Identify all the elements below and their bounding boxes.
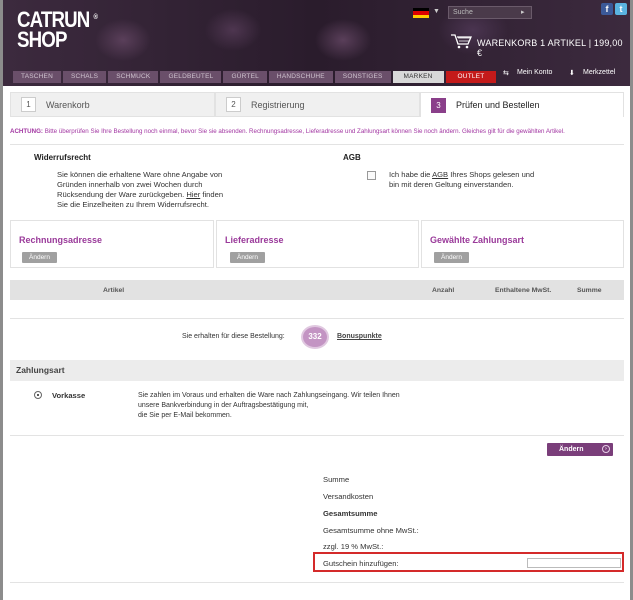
summary-summe: Summe bbox=[323, 475, 350, 484]
col-anzahl: Anzahl bbox=[432, 287, 455, 294]
payment-method-title: Gewählte Zahlungsart bbox=[430, 235, 525, 245]
summary-ohne-mwst: Gesamtsumme ohne MwSt.: bbox=[323, 526, 419, 535]
billing-address-title: Rechnungsadresse bbox=[19, 235, 103, 245]
col-summe: Summe bbox=[577, 287, 602, 294]
nav-item-schals[interactable]: SCHALS bbox=[62, 71, 107, 83]
divider bbox=[10, 144, 624, 145]
widerruf-line: Rücksendung der Ware zurückgeben. Hier f… bbox=[57, 190, 224, 199]
cart-icon[interactable] bbox=[450, 33, 472, 52]
billing-address-change-button[interactable]: Ändern bbox=[22, 252, 57, 263]
summary-versand: Versandkosten bbox=[323, 492, 374, 501]
nav-item-handschuhe[interactable]: HANDSCHUHE bbox=[268, 71, 333, 83]
payment-method-change-button[interactable]: Ändern bbox=[434, 252, 469, 263]
widerruf-title: Widerrufsrecht bbox=[34, 153, 91, 162]
col-mwst: Enthaltene MwSt. bbox=[495, 287, 552, 294]
shipping-address-change-button[interactable]: Ändern bbox=[230, 252, 265, 263]
vorkasse-radio[interactable] bbox=[34, 391, 42, 399]
german-flag-icon[interactable] bbox=[413, 8, 429, 18]
step-pruefen-bestellen: 3 Prüfen und Bestellen bbox=[420, 92, 624, 117]
account-link[interactable]: Mein Konto bbox=[517, 69, 552, 76]
wishlist-icon[interactable]: ⬇ bbox=[569, 69, 575, 77]
chevron-down-icon[interactable]: ▼ bbox=[433, 8, 440, 15]
summary-mwst: zzgl. 19 % MwSt.: bbox=[323, 542, 384, 551]
shipping-address-box: Lieferadresse Ändern bbox=[216, 220, 419, 268]
step-warenkorb[interactable]: 1 Warenkorb bbox=[10, 92, 215, 117]
site-header: CATRUN SHOP ® ▼ Suche ▸ f t WARENKORB 1 … bbox=[3, 0, 630, 86]
widerruf-text: Sie können die erhaltene Ware ohne Angab… bbox=[57, 170, 277, 210]
notice-body: Bitte überprüfen Sie Ihre Bestellung noc… bbox=[43, 128, 565, 135]
nav-item-schmuck[interactable]: SCHMUCK bbox=[108, 71, 159, 83]
notice-text: ACHTUNG: Bitte überprüfen Sie Ihre Beste… bbox=[10, 128, 625, 135]
search-arrow-icon[interactable]: ▸ bbox=[521, 8, 525, 16]
step-number: 1 bbox=[21, 97, 36, 112]
widerruf-link[interactable]: Hier bbox=[186, 190, 200, 199]
billing-address-box: Rechnungsadresse Ändern bbox=[10, 220, 214, 268]
payment-change-label: Ändern bbox=[559, 446, 584, 453]
agb-text: Ich habe die AGB Ihres Shops gelesen und… bbox=[389, 170, 535, 189]
payment-section-heading: Zahlungsart bbox=[10, 360, 624, 381]
widerruf-line: Sie die Einzelheiten zu Ihrem Widerrufsr… bbox=[57, 200, 209, 209]
arrow-right-circle-icon: › bbox=[602, 445, 610, 453]
logo[interactable]: CATRUN SHOP ® bbox=[17, 9, 98, 52]
bonus-points-link[interactable]: Bonuspunkte bbox=[337, 333, 382, 340]
twitter-icon[interactable]: t bbox=[615, 3, 627, 15]
bonus-points-badge: 332 bbox=[301, 325, 329, 349]
cart-summary-link[interactable]: WARENKORB 1 ARTIKEL | 199,00 € bbox=[477, 38, 630, 58]
col-artikel: Artikel bbox=[103, 287, 125, 294]
shipping-address-title: Lieferadresse bbox=[225, 235, 284, 245]
voucher-row: Gutschein hinzufügen: bbox=[313, 552, 624, 572]
agb-checkbox[interactable] bbox=[367, 171, 376, 180]
nav-item-geldbeutel[interactable]: GELDBEUTEL bbox=[160, 71, 222, 83]
logo-mark: ® bbox=[93, 14, 98, 21]
summary-gesamt: Gesamtsumme bbox=[323, 509, 378, 518]
vorkasse-description: Sie zahlen im Voraus und erhalten die Wa… bbox=[138, 392, 400, 419]
divider bbox=[10, 582, 624, 583]
widerruf-line: Gründen innerhalb von zwei Wochen durch bbox=[57, 180, 203, 189]
step-label: Prüfen und Bestellen bbox=[456, 100, 540, 110]
step-registrierung[interactable]: 2 Registrierung bbox=[215, 92, 420, 117]
payment-method-box: Gewählte Zahlungsart Ändern bbox=[421, 220, 624, 268]
agb-link[interactable]: AGB bbox=[432, 170, 448, 179]
main-nav: TASCHEN SCHALS SCHMUCK GELDBEUTEL GÜRTEL… bbox=[13, 71, 498, 83]
voucher-input[interactable] bbox=[527, 558, 621, 568]
vorkasse-label[interactable]: Vorkasse bbox=[52, 391, 85, 401]
nav-item-guertel[interactable]: GÜRTEL bbox=[223, 71, 267, 83]
facebook-icon[interactable]: f bbox=[601, 3, 613, 15]
bonus-prefix: Sie erhalten für diese Bestellung: bbox=[182, 333, 285, 340]
nav-item-taschen[interactable]: TASCHEN bbox=[13, 71, 61, 83]
nav-item-sonstiges[interactable]: SONSTIGES bbox=[334, 71, 391, 83]
checkout-steps: 1 Warenkorb 2 Registrierung 3 Prüfen und… bbox=[10, 92, 624, 117]
step-number: 3 bbox=[431, 97, 446, 113]
step-number: 2 bbox=[226, 97, 241, 112]
voucher-label: Gutschein hinzufügen: bbox=[323, 559, 399, 568]
payment-change-button[interactable]: Ändern › bbox=[547, 443, 613, 456]
page-frame bbox=[0, 0, 633, 600]
step-label: Warenkorb bbox=[46, 99, 90, 110]
divider bbox=[10, 435, 624, 436]
notice-bold: ACHTUNG: bbox=[10, 128, 43, 135]
account-icon[interactable]: ⇆ bbox=[503, 69, 509, 77]
agb-title: AGB bbox=[343, 153, 361, 162]
search-input[interactable]: Suche bbox=[448, 6, 532, 19]
wishlist-link[interactable]: Merkzettel bbox=[583, 69, 615, 76]
divider bbox=[10, 318, 624, 319]
logo-bottom: SHOP bbox=[17, 27, 67, 52]
nav-item-marken[interactable]: MARKEN bbox=[392, 71, 444, 83]
widerruf-line: Sie können die erhaltene Ware ohne Angab… bbox=[57, 170, 223, 179]
step-label: Registrierung bbox=[251, 99, 305, 110]
nav-item-outlet[interactable]: OUTLET bbox=[445, 71, 497, 83]
